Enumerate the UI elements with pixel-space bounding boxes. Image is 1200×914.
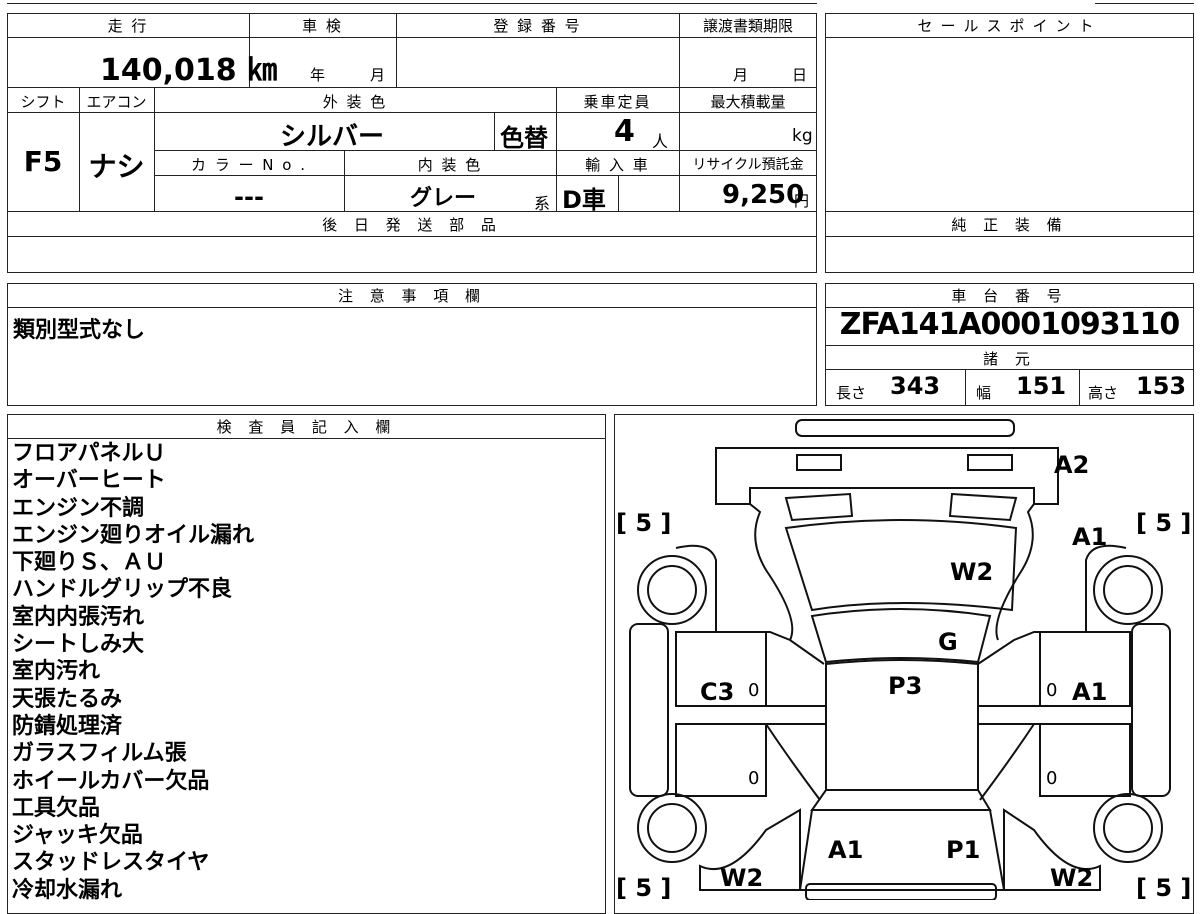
inspector-notes: フロアパネルＵ オーバーヒート エンジン不調 エンジン廻りオイル漏れ 下廻りＳ、ＡＵ ハン…	[12, 440, 602, 904]
ac-label: エアコン	[86, 93, 147, 111]
hood-left-damage: A1	[828, 836, 863, 864]
inspector-note: ホイールカバー欠品	[12, 768, 210, 794]
month-unit: 月	[370, 66, 386, 84]
right-front-door-mark: 0	[1046, 680, 1057, 701]
genuine-equipment-label: 純 正 装 備	[951, 216, 1068, 234]
color-no-value: ---	[234, 183, 264, 211]
import-label: 輸 入 車	[585, 156, 650, 174]
hood-right-damage: P1	[946, 836, 980, 864]
inspector-note: ハンドルグリップ不良	[12, 577, 233, 603]
inspection-label: 車 検	[302, 17, 343, 35]
mileage-label: 走 行	[107, 17, 149, 35]
dimensions-label: 諸 元	[983, 350, 1036, 368]
interior-color-value: グレー	[410, 186, 477, 211]
rear-bumper-damage: A2	[1054, 451, 1089, 479]
deadline-day-unit: 日	[792, 66, 808, 84]
caution-label: 注 意 事 項 欄	[337, 287, 487, 305]
inspector-note: 室内汚れ	[12, 659, 101, 685]
right-door-damage: A1	[1072, 678, 1107, 706]
later-parts-label: 後 日 発 送 部 品	[322, 216, 502, 234]
mileage-value: 140,018 ㎞	[100, 53, 278, 88]
max-load-label: 最大積載量	[710, 93, 786, 111]
inspector-note: ガラスフィルム張	[12, 741, 187, 767]
inspector-note: フロアパネルＵ	[12, 441, 166, 466]
color-change-mark: 色替	[500, 124, 548, 152]
load-unit: kg	[792, 126, 813, 146]
car-diagram-svg: [ 5 ] [ 5 ] [ 5 ] [ 5 ] A2 A1 W2 G C3 A1…	[616, 419, 1191, 900]
inspector-note: 工具欠品	[12, 795, 101, 821]
inspector-label: 検 査 員 記 入 欄	[216, 418, 397, 436]
transfer-deadline-label: 譲渡書類期限	[702, 17, 793, 35]
inspector-note: オーバーヒート	[12, 468, 166, 494]
left-panel-damage: C3	[700, 678, 734, 706]
tire-rl-score: [ 5 ]	[616, 874, 671, 900]
recycle-value: 9,250	[722, 180, 805, 210]
recycle-label: リサイクル預託金	[692, 157, 804, 173]
caution-text: 類別型式なし	[13, 318, 146, 343]
inspector-note: 下廻りＳ、ＡＵ	[12, 550, 167, 576]
inspector-note: 防錆処理済	[12, 713, 123, 739]
height-value: 153	[1136, 372, 1187, 400]
inspector-note: ジャッキ欠品	[12, 823, 143, 849]
left-rear-door-mark: 0	[748, 768, 759, 789]
exterior-color-value: シルバー	[280, 122, 385, 152]
recycle-unit: 円	[794, 192, 810, 210]
shift-label: シフト	[20, 93, 66, 111]
ac-value: ナシ	[88, 150, 145, 183]
capacity-label: 乗車定員	[583, 93, 652, 111]
front-right-corner-damage: W2	[1050, 864, 1093, 892]
inspector-note: エンジン廻りオイル漏れ	[12, 522, 255, 548]
width-value: 151	[1016, 372, 1067, 400]
length-label: 長さ	[836, 384, 867, 402]
width-label: 幅	[976, 384, 992, 402]
tire-fr-score: [ 5 ]	[1136, 509, 1191, 537]
shift-value: F5	[23, 145, 63, 178]
right-rear-door-mark: 0	[1046, 768, 1057, 789]
inspector-note: エンジン不調	[12, 495, 145, 521]
trunk-damage: P3	[888, 672, 922, 700]
inspector-note: シートしみ大	[12, 632, 145, 658]
exterior-color-label: 外 装 色	[322, 93, 388, 111]
height-label: 高さ	[1088, 384, 1119, 402]
tire-fl-score: [ 5 ]	[616, 509, 671, 537]
inspector-note: 天張たるみ	[12, 686, 123, 712]
length-value: 343	[890, 372, 941, 400]
chassis-number: ZFA141A0001093110	[839, 307, 1181, 342]
front-right-fender-damage: A1	[1072, 523, 1107, 551]
year-unit: 年	[310, 66, 326, 84]
inspector-note: スタッドレスタイヤ	[12, 850, 210, 876]
import-value: D車	[562, 186, 606, 214]
interior-color-label: 内 装 色	[417, 156, 483, 174]
roof-damage: W2	[950, 558, 993, 586]
chassis-label: 車 台 番 号	[951, 287, 1068, 305]
capacity-value: 4	[614, 114, 635, 149]
registration-label: 登 録 番 号	[493, 17, 582, 35]
front-left-corner-damage: W2	[720, 864, 763, 892]
inspector-note: 室内内張汚れ	[12, 604, 145, 630]
sale-points-label: セールスポイント	[917, 17, 1102, 35]
left-front-door-mark: 0	[748, 680, 759, 701]
deadline-month-unit: 月	[733, 66, 749, 84]
interior-suffix: 系	[534, 194, 551, 213]
tire-rr-score: [ 5 ]	[1136, 874, 1191, 900]
color-no-label: カ ラ ー N o .	[190, 156, 307, 174]
rear-glass-damage: G	[938, 628, 958, 656]
capacity-unit: 人	[652, 132, 669, 151]
